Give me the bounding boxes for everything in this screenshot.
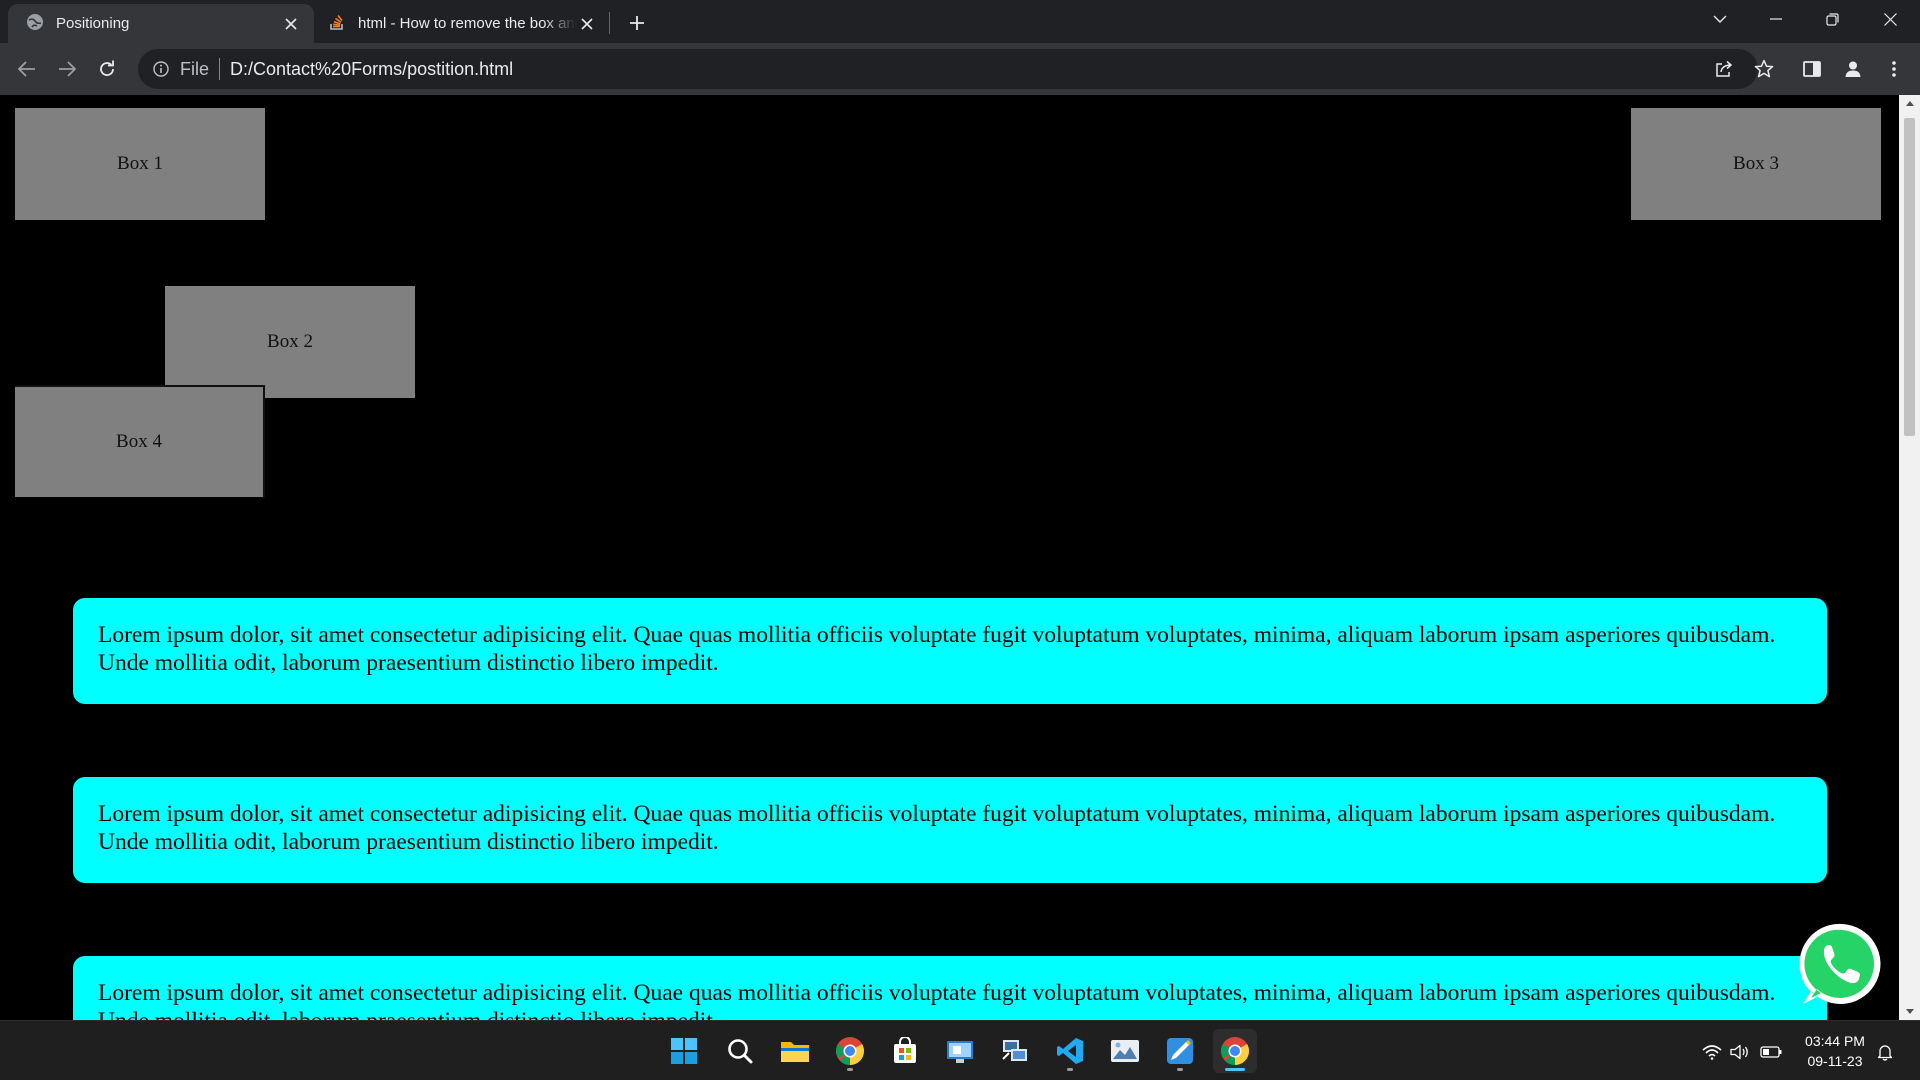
stackoverflow-icon xyxy=(328,13,346,35)
clock-date: 09-11-23 xyxy=(1807,1053,1863,1069)
running-indicator xyxy=(1177,1068,1183,1071)
url-scheme-label: File xyxy=(180,58,210,79)
address-bar[interactable]: File D:/Contact%20Forms/postition.html xyxy=(138,49,1774,89)
whatsapp-icon xyxy=(1799,923,1881,1004)
browser-toolbar: File D:/Contact%20Forms/postition.html xyxy=(0,43,1920,95)
restore-button[interactable] xyxy=(1804,0,1860,38)
back-button[interactable] xyxy=(11,53,43,85)
minimize-button[interactable] xyxy=(1748,0,1804,38)
running-indicator xyxy=(1067,1068,1073,1071)
scrollbar-thumb[interactable] xyxy=(1904,118,1915,436)
tab-strip: Positioning html - How to remove the box… xyxy=(0,0,1920,43)
menu-kebab-icon[interactable] xyxy=(1881,56,1907,82)
address-divider xyxy=(219,58,221,80)
url-text[interactable]: D:/Contact%20Forms/postition.html xyxy=(230,59,513,80)
reload-button[interactable] xyxy=(91,53,123,85)
microsoft-store-icon[interactable] xyxy=(883,1029,927,1073)
bookmark-star-icon[interactable] xyxy=(1752,57,1776,81)
box-1: Box 1 xyxy=(15,108,265,220)
close-window-button[interactable] xyxy=(1862,0,1918,38)
wifi-icon[interactable] xyxy=(1701,1041,1723,1063)
chrome-icon[interactable] xyxy=(828,1029,872,1073)
tab-divider xyxy=(609,12,610,34)
profile-avatar-icon[interactable] xyxy=(1840,56,1866,82)
windows-taskbar: 03:44 PM 09-11-23 xyxy=(0,1020,1920,1080)
close-tab-icon[interactable] xyxy=(576,13,598,35)
page-viewport: Box 1 Box 2 Box 3 Box 4 Lorem ipsum dolo… xyxy=(0,95,1899,1020)
lorem-paragraph: Lorem ipsum dolor, sit amet consectetur … xyxy=(73,956,1827,1020)
forward-button[interactable] xyxy=(51,53,83,85)
tab-title: Positioning xyxy=(56,15,130,32)
chrome-icon[interactable] xyxy=(1213,1029,1257,1073)
page-scrollbar[interactable] xyxy=(1899,95,1920,1020)
whatsapp-button[interactable] xyxy=(1798,920,1886,1008)
clock-time: 03:44 PM xyxy=(1805,1033,1865,1049)
lorem-paragraph: Lorem ipsum dolor, sit amet consectetur … xyxy=(73,777,1827,883)
vscode-icon[interactable] xyxy=(1048,1029,1092,1073)
tab-title: html - How to remove the box and xyxy=(358,15,576,32)
scroll-down-arrow-icon[interactable] xyxy=(1899,1003,1920,1020)
windows-start-icon[interactable] xyxy=(662,1029,706,1073)
tab-search-chevron-icon[interactable] xyxy=(1692,0,1748,38)
notification-bell-icon[interactable] xyxy=(1874,1041,1896,1063)
running-indicator xyxy=(847,1068,853,1071)
scroll-up-arrow-icon[interactable] xyxy=(1899,95,1920,112)
tab-stackoverflow[interactable]: html - How to remove the box and xyxy=(314,4,610,43)
search-icon[interactable] xyxy=(718,1029,762,1073)
close-tab-icon[interactable] xyxy=(280,13,302,35)
globe-icon xyxy=(26,13,44,35)
new-tab-button[interactable] xyxy=(623,9,651,37)
tab-positioning[interactable]: Positioning xyxy=(8,4,314,43)
box-3: Box 3 xyxy=(1631,108,1881,220)
remote-desktop-icon[interactable] xyxy=(993,1029,1037,1073)
paint-icon[interactable] xyxy=(1158,1029,1202,1073)
battery-icon[interactable] xyxy=(1760,1041,1782,1063)
volume-icon[interactable] xyxy=(1729,1041,1751,1063)
control-panel-icon[interactable] xyxy=(938,1029,982,1073)
share-icon[interactable] xyxy=(1712,57,1736,81)
system-clock[interactable]: 03:44 PM 09-11-23 xyxy=(1795,1031,1875,1071)
side-panel-icon[interactable] xyxy=(1799,56,1825,82)
file-explorer-icon[interactable] xyxy=(773,1029,817,1073)
photos-icon[interactable] xyxy=(1103,1029,1147,1073)
box-4: Box 4 xyxy=(15,385,265,497)
lorem-paragraph: Lorem ipsum dolor, sit amet consectetur … xyxy=(73,598,1827,704)
active-indicator xyxy=(1225,1068,1245,1071)
box-2: Box 2 xyxy=(165,286,415,398)
site-info-icon[interactable] xyxy=(150,58,172,80)
